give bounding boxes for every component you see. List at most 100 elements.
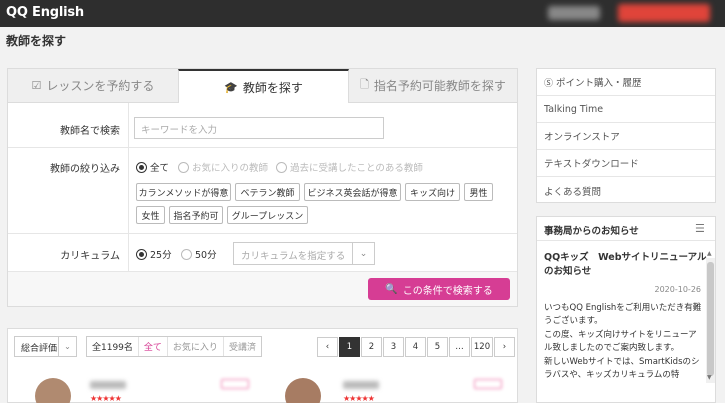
chip-bookable[interactable]: 指名予約可	[169, 206, 223, 224]
page-button[interactable]: 2	[361, 337, 382, 357]
radio-icon	[136, 248, 147, 260]
result-total: 全1199名	[92, 343, 133, 353]
radio-icon	[276, 161, 287, 173]
sidebar-item-label: オンラインストア	[544, 132, 620, 143]
graduation-cap-icon: 🎓	[224, 80, 238, 94]
news-panel: 事務局からのお知らせ ☰ QQキッズ Webサイトリニューアルのお知らせ 202…	[536, 216, 716, 403]
document-icon: 🗋	[360, 78, 369, 91]
sidebar-item-talking-time[interactable]: Talking Time	[537, 96, 715, 123]
sidebar-item-text-download[interactable]: テキストダウンロード	[537, 150, 715, 177]
filter-radio-favorites[interactable]: お気に入りの教師	[178, 160, 268, 174]
news-paragraph: この度、キッズ向けサイトをリニューアル致しましたのでご案内致します。	[544, 330, 697, 353]
sidebar-item-faq[interactable]: よくある質問	[537, 177, 715, 204]
radio-icon	[136, 161, 147, 173]
tab-bar: ☑ レッスンを予約する 🎓 教師を探す 🗋 指名予約可能教師を探す	[8, 69, 517, 103]
result-filter-favorites[interactable]: お気に入り	[166, 337, 223, 356]
calendar-check-icon: ☑	[31, 79, 42, 92]
next-page-button[interactable]: ›	[494, 337, 515, 357]
sidebar-menu: Ⓢ ポイント購入・履歴 Talking Time オンラインストア テキストダウ…	[536, 68, 716, 203]
radio-icon	[181, 248, 192, 260]
radio-label: 25分	[150, 250, 172, 261]
result-filter-taken[interactable]: 受講済	[222, 337, 261, 356]
page-title: 教師を探す	[6, 34, 67, 48]
news-paragraph: いつもQQ Englishをご利用いただき有難うございます。	[544, 303, 702, 326]
scroll-down-icon[interactable]: ▼	[707, 374, 712, 381]
radio-icon	[178, 161, 189, 173]
chevron-down-icon: ⌄	[58, 337, 76, 356]
radio-label: 全て	[150, 163, 170, 174]
result-filter-all[interactable]: 全て	[137, 337, 167, 356]
radio-label: 50分	[195, 250, 217, 261]
news-date: 2020-10-26	[654, 285, 702, 294]
duration-radio-50[interactable]: 50分	[181, 247, 217, 261]
chip-male[interactable]: 男性	[464, 183, 493, 201]
tab-find-bookable-teacher[interactable]: 🗋 指名予約可能教師を探す	[349, 69, 517, 103]
teacher-name-blurred[interactable]	[343, 381, 379, 389]
teacher-filter-label: 教師の絞り込み	[50, 164, 120, 175]
teacher-name-blurred[interactable]	[90, 381, 126, 389]
logo[interactable]: QQ English	[6, 5, 84, 20]
top-bar: QQ English	[0, 0, 725, 27]
chip-female[interactable]: 女性	[136, 206, 165, 224]
page-button[interactable]: 3	[383, 337, 404, 357]
curriculum-label: カリキュラム	[60, 251, 120, 262]
page-ellipsis: …	[449, 337, 470, 357]
radio-label: お気に入りの教師	[192, 163, 269, 174]
header-cta-blurred[interactable]	[618, 4, 710, 22]
prev-page-button[interactable]: ‹	[317, 337, 338, 357]
row-divider	[8, 233, 517, 234]
chip-callan[interactable]: カランメソッドが得意	[136, 183, 231, 201]
coin-icon: Ⓢ	[544, 78, 554, 89]
pagination: ‹ 1 2 3 4 5 … 120 ›	[316, 337, 515, 357]
rating-stars: ★★★★★	[343, 394, 375, 403]
chevron-right-icon: ›	[502, 342, 507, 352]
teacher-name-label: 教師名で検索	[60, 126, 120, 137]
news-scrollbar[interactable]	[706, 258, 715, 383]
search-icon: 🔍	[385, 283, 398, 295]
news-heading: 事務局からのお知らせ	[544, 226, 639, 237]
sidebar-item-points[interactable]: Ⓢ ポイント購入・履歴	[537, 69, 715, 96]
teacher-badge-blurred	[474, 379, 502, 389]
tab-find-teacher[interactable]: 🎓 教師を探す	[178, 69, 349, 103]
sidebar-item-label: テキストダウンロード	[544, 159, 639, 170]
chevron-left-icon: ‹	[325, 342, 330, 352]
chip-veteran[interactable]: ベテラン教師	[235, 183, 300, 201]
sort-value: 総合評価	[21, 344, 58, 354]
sidebar-item-online-store[interactable]: オンラインストア	[537, 123, 715, 150]
news-header: 事務局からのお知らせ ☰	[537, 217, 715, 241]
page-button[interactable]: 1	[339, 337, 360, 357]
teacher-badge-blurred	[221, 379, 249, 389]
news-title[interactable]: QQキッズ Webサイトリニューアルのお知らせ	[544, 251, 708, 279]
news-body: いつもQQ Englishをご利用いただき有難うございます。 この度、キッズ向け…	[544, 302, 704, 383]
result-filter-group: 全1199名 全て お気に入り 受講済	[86, 336, 262, 357]
curriculum-select-value: カリキュラムを指定する	[241, 251, 346, 262]
tab-reserve-lesson[interactable]: ☑ レッスンを予約する	[8, 69, 178, 103]
sidebar-item-label: よくある質問	[544, 186, 602, 198]
filter-radio-all[interactable]: 全て	[136, 160, 169, 174]
sidebar-item-label: ポイント購入・履歴	[556, 78, 642, 89]
radio-label: 過去に受講したことのある教師	[290, 163, 423, 174]
search-submit-button[interactable]: 🔍 この条件で検索する	[368, 278, 510, 300]
duration-radio-25[interactable]: 25分	[136, 247, 172, 261]
header-link-blurred[interactable]	[548, 6, 600, 20]
filter-radio-past[interactable]: 過去に受講したことのある教師	[276, 160, 423, 174]
page-button[interactable]: 120	[471, 337, 493, 357]
row-divider	[8, 147, 517, 148]
tab-label: レッスンを予約する	[46, 79, 155, 93]
chip-group-lesson[interactable]: グループレッスン	[227, 206, 308, 224]
chevron-down-icon: ⌄	[352, 243, 374, 264]
list-icon[interactable]: ☰	[695, 222, 705, 235]
page-button[interactable]: 5	[427, 337, 448, 357]
sort-select[interactable]: 総合評価 ⌄	[14, 336, 77, 357]
scrollbar-thumb[interactable]	[707, 262, 714, 376]
rating-stars: ★★★★★	[90, 394, 122, 403]
curriculum-select[interactable]: カリキュラムを指定する ⌄	[233, 242, 375, 265]
page-button[interactable]: 4	[405, 337, 426, 357]
tab-label: 教師を探す	[242, 80, 303, 95]
chip-kids[interactable]: キッズ向け	[405, 183, 460, 201]
search-button-label: この条件で検索する	[402, 285, 493, 297]
news-paragraph: 新しいWebサイトでは、SmartKidsのシラバスや、キッズカリキュラムの特	[544, 357, 700, 380]
chip-business[interactable]: ビジネス英会話が得意	[304, 183, 401, 201]
teacher-name-input[interactable]: キーワードを入力	[134, 117, 384, 139]
scroll-up-icon[interactable]: ▲	[707, 250, 712, 257]
